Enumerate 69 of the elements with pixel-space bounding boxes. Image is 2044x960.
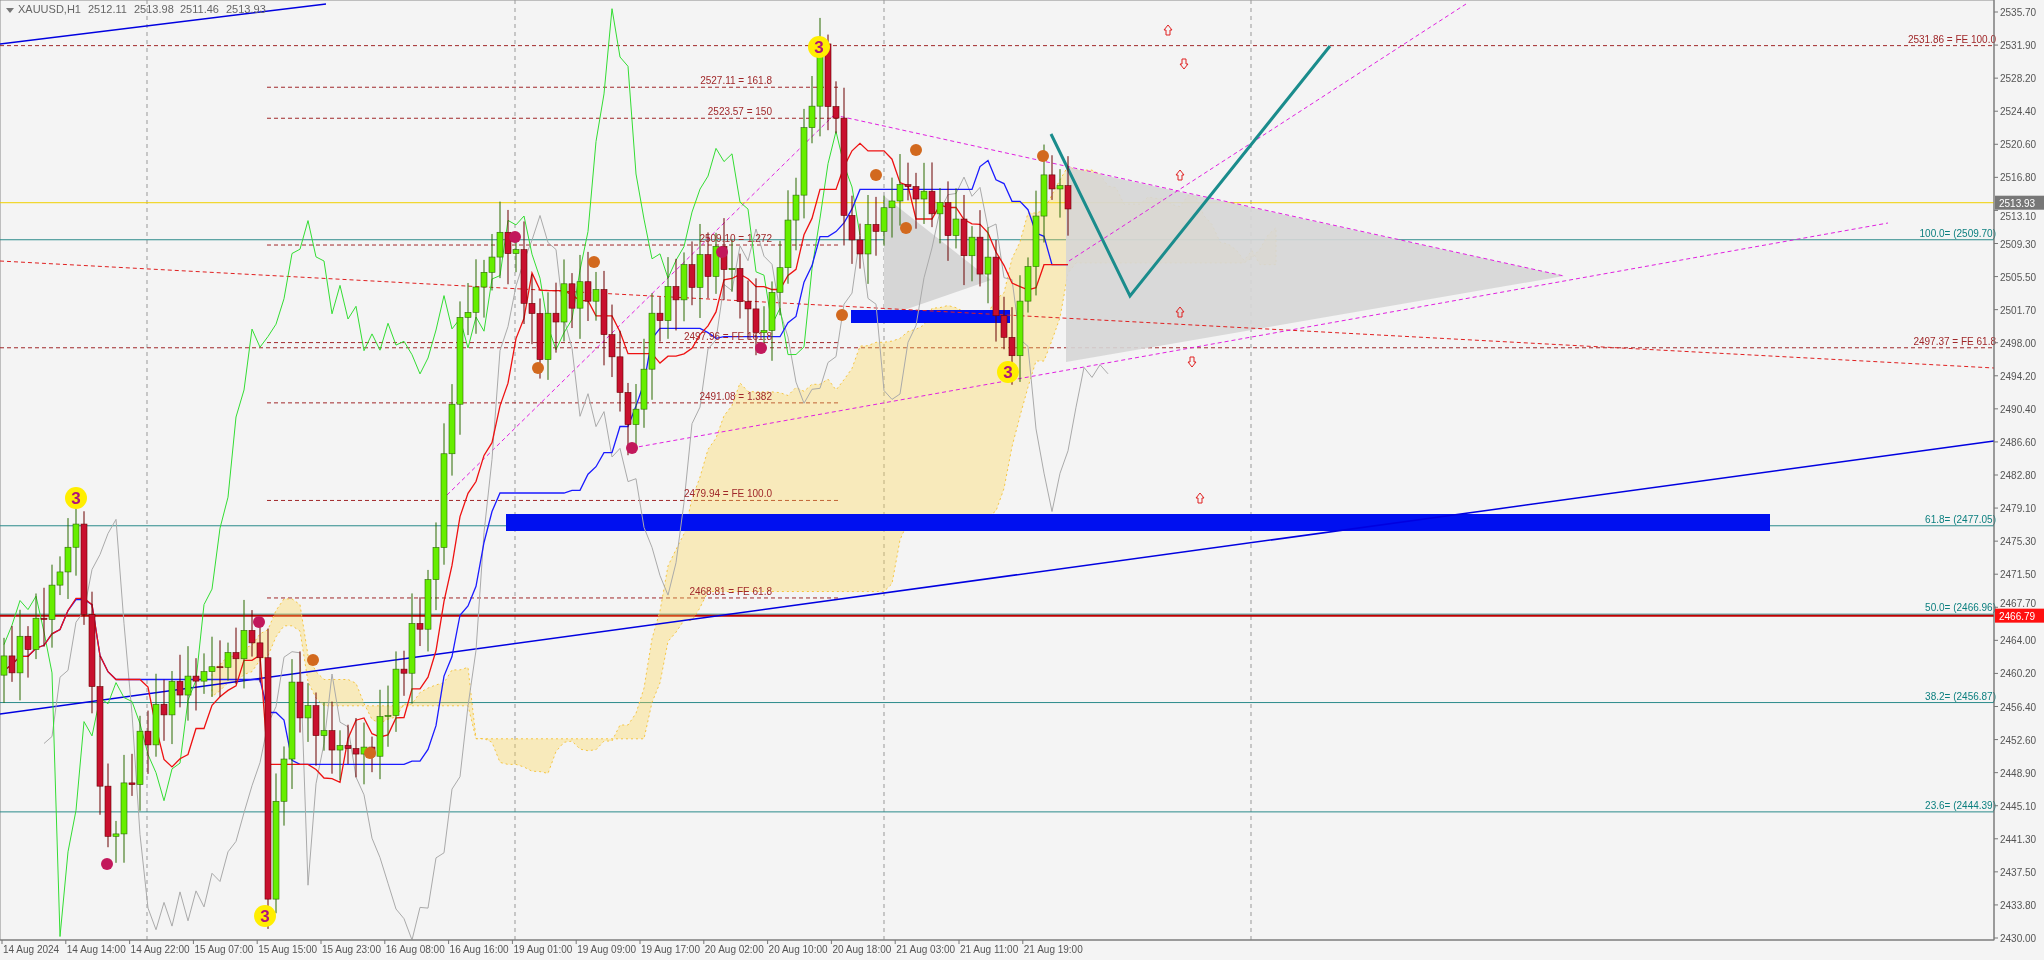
price-label: 2445.10	[2000, 800, 2037, 812]
time-label: 15 Aug 23:00	[322, 944, 381, 955]
level-label: 2497.37 = FE 61.8	[1913, 335, 1996, 347]
price-label: 2448.90	[2000, 767, 2037, 779]
level-label: 2491.08 = 1.382	[699, 390, 772, 402]
price-label: 2452.60	[2000, 734, 2037, 746]
price-label: 2490.40	[2000, 403, 2037, 415]
level-label: 2527.11 = 161.8	[700, 75, 772, 87]
price-label: 2475.30	[2000, 536, 2037, 548]
quote-value: 2513.98	[134, 3, 174, 15]
quote-value: 2511.46	[180, 3, 219, 15]
price-label: 2433.80	[2000, 899, 2037, 911]
price-label: 2516.80	[2000, 172, 2037, 184]
price-label: 2482.80	[2000, 470, 2037, 481]
price-label: 2513.10	[2000, 210, 2037, 222]
price-label: 2471.50	[2000, 569, 2037, 581]
level-label: 23.6= (2444.39)	[1925, 799, 1996, 811]
level-label: 38.2= (2456.87)	[1925, 690, 1996, 702]
line-price-badge: 2466.79	[1995, 608, 2044, 623]
price-label: 2505.50	[2000, 271, 2037, 283]
price-label: 2486.60	[2000, 436, 2037, 448]
price-label: 2437.50	[2000, 866, 2037, 878]
price-label: 2467.70	[2000, 597, 2037, 609]
level-label: 61.8= (2477.05)	[1925, 513, 1996, 525]
level-label: 2468.81 = FE 61.8	[689, 585, 772, 597]
price-label: 2460.20	[2000, 668, 2037, 680]
wave-marker: 3	[997, 361, 1019, 383]
price-label: 2441.30	[2000, 833, 2037, 845]
time-label: 20 Aug 10:00	[768, 944, 828, 955]
time-label: 20 Aug 02:00	[704, 944, 764, 955]
time-label: 16 Aug 08:00	[385, 944, 445, 955]
time-label: 21 Aug 19:00	[1023, 944, 1083, 955]
price-label: 2494.20	[2000, 370, 2037, 382]
time-label: 19 Aug 17:00	[641, 944, 700, 955]
time-label: 21 Aug 03:00	[896, 944, 956, 955]
symbol-label: XAUUSD,H1	[18, 3, 81, 15]
price-label: 2501.70	[2000, 304, 2037, 316]
price-label: 2479.10	[2000, 503, 2037, 515]
time-label: 19 Aug 09:00	[577, 944, 637, 955]
level-label: 50.0= (2466.96)	[1925, 602, 1996, 614]
price-label: 2535.70	[2000, 7, 2037, 18]
price-label: 2509.30	[2000, 238, 2037, 250]
price-label: 2456.40	[2000, 701, 2037, 713]
price-label: 2520.60	[2000, 139, 2037, 151]
level-label: 2531.86 = FE 100.0	[1907, 33, 1996, 45]
quote-value: 2512.11	[88, 3, 127, 15]
time-label: 21 Aug 11:00	[960, 944, 1019, 955]
level-label: 100.0= (2509.70)	[1919, 227, 1996, 239]
quote-value: 2513.93	[226, 3, 266, 15]
price-label: 2531.90	[2000, 40, 2037, 52]
price-label: 2430.00	[2000, 933, 2037, 944]
time-label: 19 Aug 01:00	[513, 944, 573, 955]
time-label: 15 Aug 07:00	[194, 944, 254, 955]
time-label: 16 Aug 16:00	[449, 944, 509, 955]
time-label: 20 Aug 18:00	[832, 944, 892, 955]
time-label: 14 Aug 14:00	[66, 944, 126, 955]
wave-marker: 3	[65, 487, 87, 509]
time-label: 14 Aug 22:00	[130, 944, 190, 955]
wave-marker: 3	[254, 905, 276, 927]
bid-price-badge: 2513.93	[1995, 195, 2044, 210]
price-label: 2498.00	[2000, 337, 2037, 349]
level-label: 2479.94 = FE 100.0	[683, 488, 772, 500]
level-label: 2523.57 = 150	[707, 106, 772, 118]
price-label: 2524.40	[2000, 106, 2037, 118]
time-label: 14 Aug 2024	[3, 944, 60, 955]
price-label: 2528.20	[2000, 73, 2037, 85]
time-label: 15 Aug 15:00	[258, 944, 318, 955]
price-label: 2464.00	[2000, 635, 2037, 647]
wave-marker: 3	[808, 36, 830, 58]
